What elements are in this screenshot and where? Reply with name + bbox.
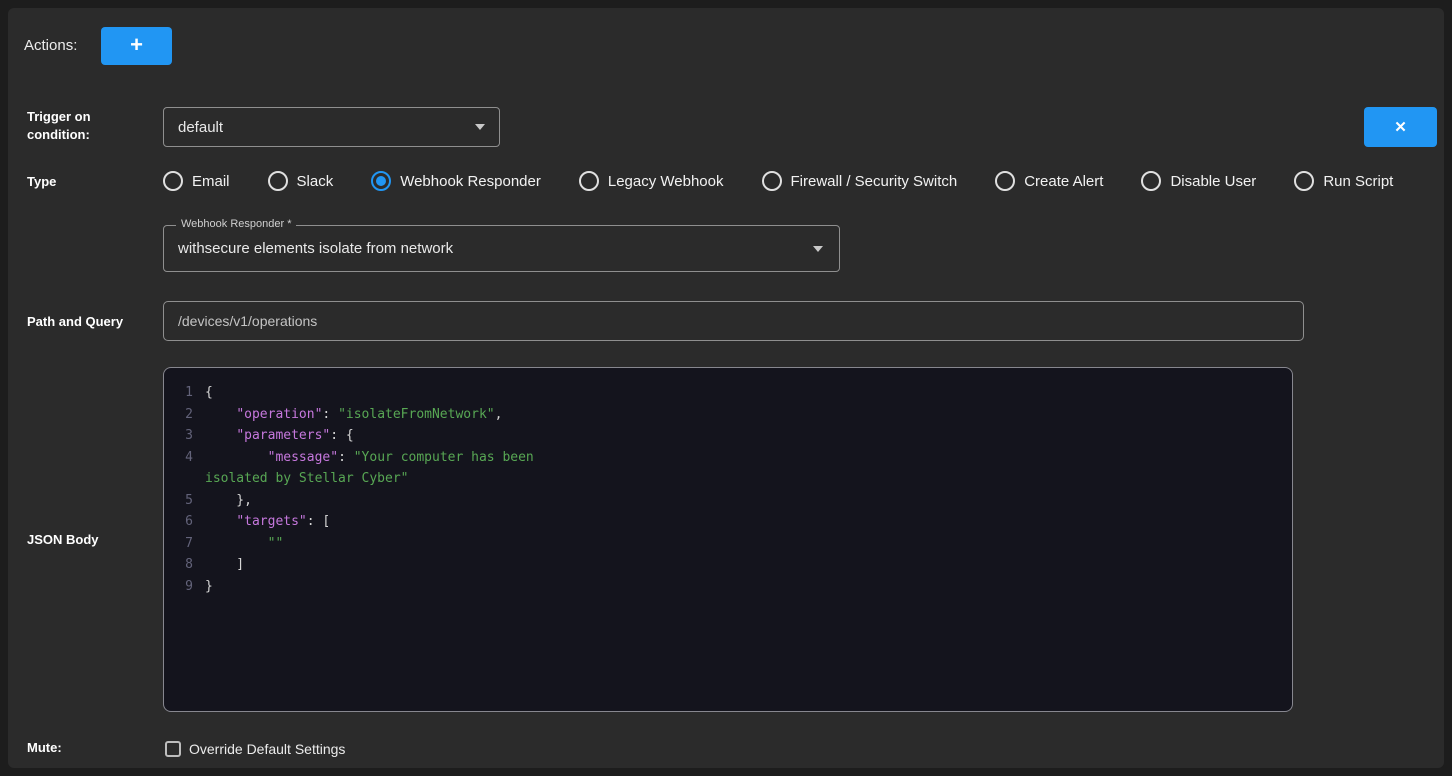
chevron-down-icon (813, 246, 823, 252)
plus-icon: + (130, 34, 143, 56)
radio-label: Run Script (1323, 173, 1393, 190)
radio-option-create-alert[interactable]: Create Alert (995, 171, 1103, 191)
add-action-button[interactable]: + (101, 27, 172, 65)
radio-option-firewall-security-switch[interactable]: Firewall / Security Switch (762, 171, 958, 191)
radio-label: Firewall / Security Switch (791, 173, 958, 190)
line-number: 8 (176, 554, 193, 576)
code-line: 8 ] (176, 554, 1280, 576)
code-line: 6 "targets": [ (176, 511, 1280, 533)
radio-option-run-script[interactable]: Run Script (1294, 171, 1393, 191)
code-line: 5 }, (176, 490, 1280, 512)
line-number: 4 (176, 447, 193, 469)
code-text: "targets": [ (205, 511, 330, 533)
line-number: 9 (176, 576, 193, 598)
line-number: 7 (176, 533, 193, 555)
code-text: "operation": "isolateFromNetwork", (205, 404, 502, 426)
code-text: } (205, 576, 213, 598)
code-text: isolated by Stellar Cyber" (205, 468, 409, 490)
remove-action-button[interactable]: ✕ (1364, 107, 1437, 147)
line-number: 6 (176, 511, 193, 533)
close-icon: ✕ (1394, 120, 1407, 135)
json-body-editor[interactable]: 1{2 "operation": "isolateFromNetwork",3 … (163, 367, 1293, 712)
webhook-responder-label: Webhook Responder * (176, 218, 296, 230)
json-body-label: JSON Body (27, 532, 99, 547)
override-default-settings-label: Override Default Settings (189, 741, 345, 757)
code-text: { (205, 382, 213, 404)
code-text: "" (205, 533, 283, 555)
radio-option-slack[interactable]: Slack (268, 171, 334, 191)
radio-icon[interactable] (995, 171, 1015, 191)
radio-option-disable-user[interactable]: Disable User (1141, 171, 1256, 191)
chevron-down-icon (475, 124, 485, 130)
webhook-responder-value: withsecure elements isolate from network (178, 240, 453, 257)
line-number: 3 (176, 425, 193, 447)
code-line: 2 "operation": "isolateFromNetwork", (176, 404, 1280, 426)
radio-selected-icon[interactable] (371, 171, 391, 191)
radio-label: Webhook Responder (400, 173, 541, 190)
radio-option-email[interactable]: Email (163, 171, 230, 191)
code-text: "message": "Your computer has been (205, 447, 534, 469)
radio-icon[interactable] (579, 171, 599, 191)
code-line: 4 "message": "Your computer has been (176, 447, 1280, 469)
line-number (176, 468, 193, 490)
code-line: 1{ (176, 382, 1280, 404)
mute-label: Mute: (27, 740, 62, 755)
trigger-condition-label: Trigger on condition: (27, 108, 111, 144)
webhook-responder-select[interactable]: Webhook Responder * withsecure elements … (163, 225, 840, 272)
type-label: Type (27, 174, 56, 189)
radio-option-webhook-responder[interactable]: Webhook Responder (371, 171, 541, 191)
path-query-label: Path and Query (27, 314, 123, 329)
trigger-condition-select[interactable]: default (163, 107, 500, 147)
radio-icon[interactable] (163, 171, 183, 191)
code-line: 3 "parameters": { (176, 425, 1280, 447)
radio-icon[interactable] (762, 171, 782, 191)
radio-option-legacy-webhook[interactable]: Legacy Webhook (579, 171, 724, 191)
code-line: 7 "" (176, 533, 1280, 555)
code-text: }, (205, 490, 252, 512)
line-number: 5 (176, 490, 193, 512)
line-number: 1 (176, 382, 193, 404)
code-line: isolated by Stellar Cyber" (176, 468, 1280, 490)
radio-icon[interactable] (268, 171, 288, 191)
code-text: ] (205, 554, 244, 576)
radio-label: Legacy Webhook (608, 173, 724, 190)
radio-label: Create Alert (1024, 173, 1103, 190)
type-radio-group: Email Slack Webhook Responder Legacy Webhoo… (163, 170, 1393, 192)
radio-icon[interactable] (1141, 171, 1161, 191)
trigger-condition-value: default (178, 119, 223, 136)
code-line: 9} (176, 576, 1280, 598)
actions-label: Actions: (24, 37, 77, 54)
line-number: 2 (176, 404, 193, 426)
radio-label: Slack (297, 173, 334, 190)
override-default-settings-checkbox[interactable] (165, 741, 181, 757)
radio-label: Email (192, 173, 230, 190)
code-text: "parameters": { (205, 425, 354, 447)
path-query-value: /devices/v1/operations (178, 313, 317, 329)
radio-icon[interactable] (1294, 171, 1314, 191)
action-config-panel: Actions: + Trigger on condition: default… (8, 8, 1444, 768)
path-query-input[interactable]: /devices/v1/operations (163, 301, 1304, 341)
radio-label: Disable User (1170, 173, 1256, 190)
